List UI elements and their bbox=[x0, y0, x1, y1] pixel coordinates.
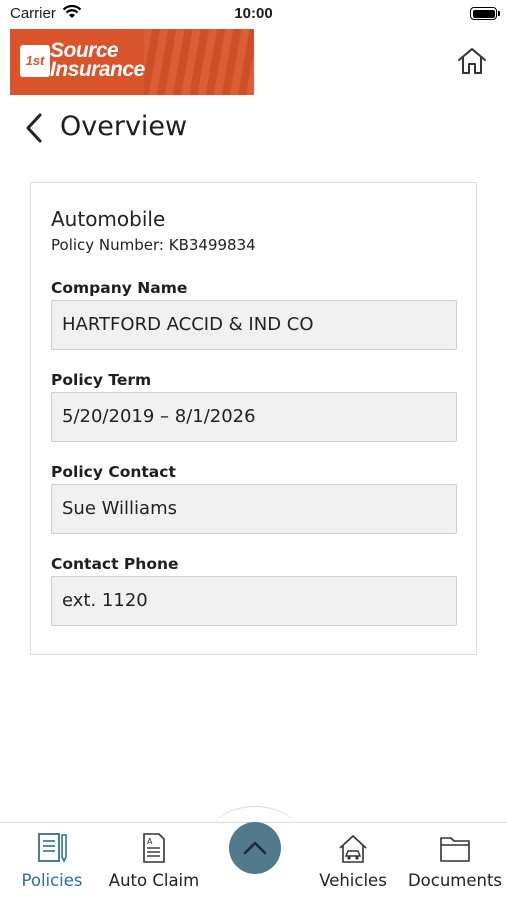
policy-contact-label: Policy Contact bbox=[51, 463, 176, 481]
battery-icon bbox=[470, 7, 500, 20]
logo-mark: 1st bbox=[20, 45, 50, 77]
chevron-up-icon bbox=[243, 841, 267, 855]
contact-phone-field: ext. 1120 bbox=[51, 576, 457, 626]
policies-icon bbox=[38, 833, 67, 863]
tab-vehicles[interactable]: Vehicles bbox=[313, 823, 393, 900]
tab-documents-label: Documents bbox=[407, 871, 503, 890]
tab-vehicles-label: Vehicles bbox=[319, 871, 387, 890]
svg-text:A: A bbox=[147, 837, 153, 846]
back-chevron-icon[interactable] bbox=[22, 111, 48, 145]
policy-number: Policy Number: KB3499834 bbox=[51, 236, 256, 254]
policy-term-value: 5/20/2019 – 8/1/2026 bbox=[62, 406, 256, 427]
documents-icon bbox=[440, 837, 470, 862]
policy-term-label: Policy Term bbox=[51, 371, 152, 389]
vehicles-icon bbox=[339, 835, 367, 863]
policy-card: Automobile Policy Number: KB3499834 Comp… bbox=[30, 182, 477, 655]
auto-claim-icon: A bbox=[143, 833, 165, 863]
policy-term-field: 5/20/2019 – 8/1/2026 bbox=[51, 392, 457, 442]
home-icon[interactable] bbox=[456, 45, 488, 77]
policy-type: Automobile bbox=[51, 207, 166, 231]
brand-logo: 1st Source Insurance bbox=[10, 29, 254, 95]
tab-policies[interactable]: Policies bbox=[8, 823, 96, 900]
center-expand-button[interactable] bbox=[229, 822, 281, 874]
policy-contact-value: Sue Williams bbox=[62, 498, 177, 519]
company-name-field: HARTFORD ACCID & IND CO bbox=[51, 300, 457, 350]
contact-phone-value: ext. 1120 bbox=[62, 590, 148, 611]
policy-contact-field: Sue Williams bbox=[51, 484, 457, 534]
status-bar: Carrier 10:00 bbox=[0, 0, 507, 28]
tab-documents[interactable]: Documents bbox=[405, 823, 505, 900]
tab-auto-claim-label: Auto Claim bbox=[108, 871, 200, 890]
logo-text: Source Insurance bbox=[50, 39, 145, 81]
company-name-value: HARTFORD ACCID & IND CO bbox=[62, 314, 314, 335]
tab-auto-claim[interactable]: A Auto Claim bbox=[104, 823, 204, 900]
page-title: Overview bbox=[60, 111, 188, 142]
company-name-label: Company Name bbox=[51, 279, 188, 297]
tab-policies-label: Policies bbox=[21, 871, 83, 890]
clock: 10:00 bbox=[234, 5, 273, 22]
contact-phone-label: Contact Phone bbox=[51, 555, 179, 573]
